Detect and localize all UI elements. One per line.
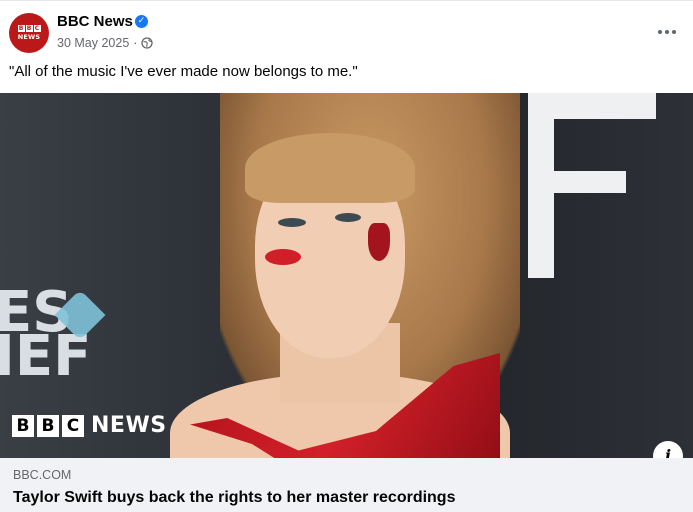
watermark-letter: C [62,414,84,437]
post-meta: 30 May 2025 · [57,36,154,50]
page-avatar[interactable]: B B C NEWS [9,13,49,53]
subject-bangs [245,133,415,203]
page-name-link[interactable]: BBC News [57,13,133,30]
backdrop-letter-mid [528,171,626,193]
post-image[interactable]: ES IEF B B C NEWS i [0,93,693,458]
subject-earring [368,223,390,261]
link-title[interactable]: Taylor Swift buys back the rights to her… [13,489,455,507]
watermark-word: NEWS [91,413,167,438]
avatar-logo-letter: C [33,25,41,32]
post-date-link[interactable]: 30 May 2025 [57,36,129,50]
more-options-icon[interactable] [652,19,682,45]
post-text: "All of the music I've ever made now bel… [9,63,358,80]
post-header: B B C NEWS BBC News ✓ 30 May 2025 · [0,1,693,59]
avatar-logo-letter: B [25,25,33,32]
verified-badge-icon: ✓ [135,15,148,28]
avatar-logo-blocks: B B C [17,25,41,32]
watermark-letter: B [12,414,34,437]
watermark-letter: B [37,414,59,437]
subject-eye-right [335,213,361,222]
subject-lips [265,249,301,265]
avatar-logo-sub: NEWS [17,33,41,41]
bbc-news-watermark: B B C NEWS [12,413,167,438]
more-dot [665,30,669,34]
globe-icon[interactable] [141,37,154,49]
subject-eye-left [278,218,306,227]
backdrop-letter-top [528,93,656,119]
more-dot [672,30,676,34]
more-dot [658,30,662,34]
avatar-logo-letter: B [17,25,25,32]
facebook-post-card: B B C NEWS BBC News ✓ 30 May 2025 · "All… [0,0,693,512]
link-preview[interactable]: BBC.COM Taylor Swift buys back the right… [0,458,693,512]
meta-separator: · [133,36,138,50]
link-domain: BBC.COM [13,468,72,482]
